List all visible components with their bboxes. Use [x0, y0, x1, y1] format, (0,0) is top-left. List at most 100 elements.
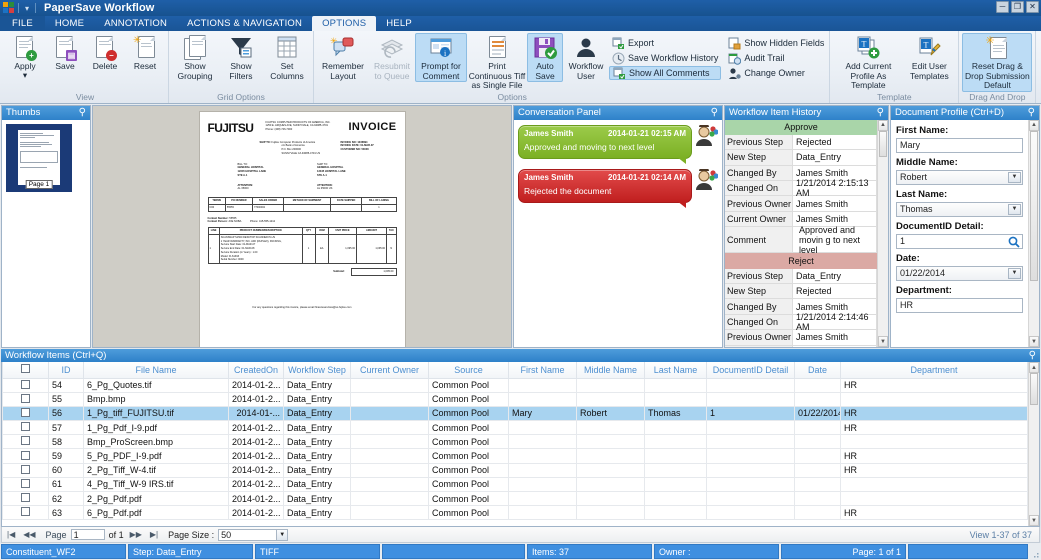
tab-home[interactable]: HOME: [45, 16, 94, 31]
quick-access-toolbar[interactable]: ▾: [0, 2, 37, 14]
scroll-track-profile[interactable]: [1029, 130, 1039, 337]
scroll-thumb[interactable]: [879, 130, 887, 157]
thumbs-body[interactable]: Page 1: [2, 119, 90, 347]
last-page-button[interactable]: ▶|: [148, 530, 160, 539]
table-row[interactable]: 59 5_Pg_PDF_I-9.pdf 2014-01-2... Data_En…: [2, 448, 1028, 464]
row-checkbox-cell[interactable]: [2, 448, 49, 464]
row-checkbox[interactable]: [21, 407, 30, 417]
tab-options[interactable]: OPTIONS: [312, 16, 377, 31]
document-viewer[interactable]: FUJITSU FUJITSU COMPUTER PRODUCTS OF AME…: [92, 104, 512, 348]
row-checkbox-cell[interactable]: [2, 476, 49, 493]
set-columns-button[interactable]: Set Columns: [264, 33, 310, 81]
first-name-field[interactable]: Mary: [896, 137, 1023, 153]
edit-user-templates-button[interactable]: T Edit User Templates: [903, 33, 955, 81]
thumbnail-page-1[interactable]: Page 1: [6, 123, 72, 192]
tab-actions-navigation[interactable]: ACTIONS & NAVIGATION: [177, 16, 312, 31]
tab-annotation[interactable]: ANNOTATION: [94, 16, 177, 31]
add-current-profile-as-template-button[interactable]: T Add Current Profile As Template: [833, 33, 903, 91]
search-icon[interactable]: [1008, 236, 1020, 248]
row-checkbox-cell[interactable]: [2, 505, 49, 521]
scroll-track-grid[interactable]: [1029, 373, 1039, 515]
col-header-middle-name[interactable]: Middle Name: [576, 362, 645, 379]
col-header-id[interactable]: ID: [48, 362, 84, 379]
items-table[interactable]: ID File Name CreatedOn Workflow Step Cur…: [2, 362, 1028, 521]
table-row[interactable]: 60 2_Pg_Tiff_W-4.tif 2014-01-2... Data_E…: [2, 462, 1028, 478]
qat-dropdown-icon[interactable]: ▾: [22, 4, 32, 13]
table-row[interactable]: 63 6_Pg_Pdf.pdf 2014-01-2... Data_Entry …: [2, 505, 1028, 521]
middle-name-field[interactable]: Robert ▼: [896, 169, 1023, 185]
row-checkbox[interactable]: [21, 507, 30, 517]
minimize-button[interactable]: ─: [996, 1, 1009, 13]
table-row[interactable]: 62 2_Pg_Pdf.pdf 2014-01-2... Data_Entry …: [2, 490, 1028, 507]
print-continuous-tiff-button[interactable]: Print Continuous Tiff as Single File: [467, 33, 527, 91]
export-button[interactable]: Export: [609, 36, 721, 50]
scroll-down-icon[interactable]: ▼: [878, 336, 888, 347]
first-page-button[interactable]: |◀: [5, 530, 17, 539]
row-checkbox-cell[interactable]: [2, 377, 49, 393]
grid-scroll-area[interactable]: ID File Name CreatedOn Workflow Step Cur…: [2, 362, 1028, 526]
row-checkbox[interactable]: [21, 379, 30, 389]
row-checkbox-cell[interactable]: [2, 405, 49, 422]
col-header-first-name[interactable]: First Name: [508, 362, 577, 379]
prev-page-button[interactable]: ◀◀: [21, 530, 37, 539]
show-hidden-fields-button[interactable]: Show Hidden Fields: [725, 36, 827, 50]
tab-help[interactable]: HELP: [376, 16, 422, 31]
apply-button[interactable]: + Apply ▾: [5, 33, 45, 79]
resubmit-to-queue-button[interactable]: Resubmit to Queue: [369, 33, 415, 81]
col-header-date[interactable]: Date: [794, 362, 841, 379]
show-grouping-button[interactable]: Show Grouping: [172, 33, 218, 81]
scroll-up-icon-profile[interactable]: ▲: [1029, 119, 1039, 131]
history-scrollbar[interactable]: ▲ ▼: [877, 119, 888, 347]
row-checkbox-cell[interactable]: [2, 462, 49, 478]
select-all-header[interactable]: [2, 362, 49, 379]
row-checkbox[interactable]: [21, 393, 30, 403]
conversation-body[interactable]: James Smith 2014-01-21 02:15 AM Approved…: [514, 119, 722, 347]
prompt-for-comment-button[interactable]: i Prompt for Comment: [415, 33, 467, 82]
remember-layout-button[interactable]: ✳ Remember Layout: [317, 33, 369, 81]
row-checkbox[interactable]: [21, 493, 30, 503]
change-owner-button[interactable]: Change Owner: [725, 66, 827, 80]
col-header-workflow-step[interactable]: Workflow Step: [283, 362, 351, 379]
row-checkbox[interactable]: [21, 478, 30, 488]
col-header-source[interactable]: Source: [428, 362, 509, 379]
col-header-last-name[interactable]: Last Name: [644, 362, 707, 379]
col-header-createdon[interactable]: CreatedOn: [228, 362, 284, 379]
table-row-selected[interactable]: 56 1_Pg_tiff_FUJITSU.tif 2014-01-... Dat…: [2, 405, 1028, 422]
page-number-input[interactable]: 1: [70, 529, 105, 540]
tab-file[interactable]: FILE: [0, 16, 45, 31]
row-checkbox[interactable]: [21, 464, 30, 474]
show-filters-button[interactable]: Show Filters: [218, 33, 264, 81]
table-row[interactable]: 57 1_Pg_Pdf_I-9.pdf 2014-01-2... Data_En…: [2, 420, 1028, 436]
save-button[interactable]: ▤ Save: [45, 33, 85, 72]
scroll-thumb-grid[interactable]: [1030, 373, 1038, 405]
delete-button[interactable]: – Delete: [85, 33, 125, 72]
col-header-file-name[interactable]: File Name: [83, 362, 229, 379]
department-field[interactable]: HR: [896, 297, 1023, 313]
close-button[interactable]: ✕: [1026, 1, 1039, 13]
pin-icon-conversation[interactable]: ⚲: [711, 107, 718, 118]
chevron-down-icon[interactable]: ▼: [1008, 171, 1021, 183]
ribbon-tabstrip[interactable]: FILE HOME ANNOTATION ACTIONS & NAVIGATIO…: [0, 16, 1041, 31]
restore-button[interactable]: ❐: [1011, 1, 1024, 13]
table-row[interactable]: 55 Bmp.bmp 2014-01-2... Data_Entry Commo…: [2, 391, 1028, 407]
apply-dropdown-arrow[interactable]: ▾: [23, 70, 27, 79]
chevron-down-icon-pagesize[interactable]: ▼: [276, 529, 288, 540]
select-all-checkbox[interactable]: [21, 364, 30, 374]
row-checkbox-cell[interactable]: [2, 391, 49, 407]
reset-button[interactable]: ✳ Reset: [125, 33, 165, 72]
col-header-documentid-detail[interactable]: DocumentID Detail: [706, 362, 795, 379]
workflow-items-grid[interactable]: ID File Name CreatedOn Workflow Step Cur…: [1, 362, 1040, 527]
save-workflow-history-button[interactable]: Save Workflow History: [609, 51, 721, 65]
scroll-thumb-profile[interactable]: [1030, 130, 1038, 281]
reset-drag-drop-button[interactable]: ✳ Reset Drag & Drop Submission Default: [962, 33, 1033, 92]
row-checkbox[interactable]: [21, 436, 30, 446]
pin-icon-profile[interactable]: ⚲: [1028, 107, 1035, 118]
pin-icon[interactable]: ⚲: [79, 107, 86, 118]
table-row[interactable]: 54 6_Pg_Quotes.tif 2014-01-2... Data_Ent…: [2, 377, 1028, 393]
profile-scrollbar[interactable]: ▲ ▼: [1028, 119, 1039, 347]
scroll-up-icon-grid[interactable]: ▲: [1029, 362, 1039, 373]
audit-trail-button[interactable]: Audit Trail: [725, 51, 827, 65]
documentid-detail-field[interactable]: 1: [896, 233, 1023, 249]
last-name-field[interactable]: Thomas ▼: [896, 201, 1023, 217]
scroll-up-icon[interactable]: ▲: [878, 119, 888, 131]
